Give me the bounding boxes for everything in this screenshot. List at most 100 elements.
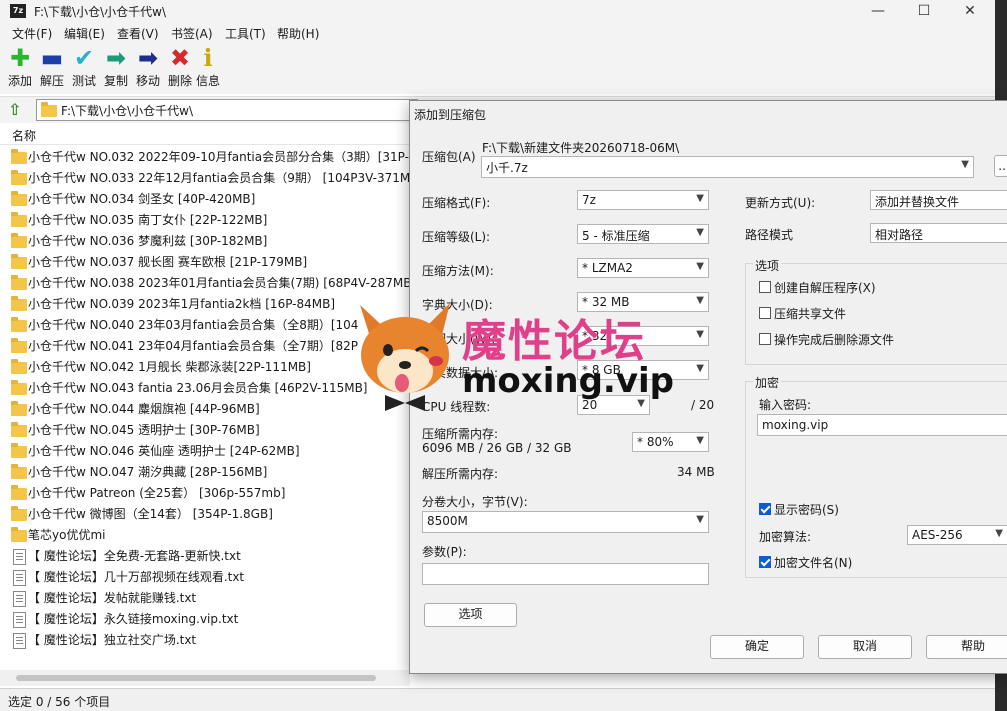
up-folder-icon[interactable]: ⇧ <box>8 101 26 119</box>
browse-button[interactable]: ... <box>994 155 1007 177</box>
toolbar-button-6[interactable]: ℹ 信息 <box>192 44 224 89</box>
split-select[interactable]: 8500M ▼ <box>422 511 709 533</box>
folder-row[interactable]: 小仓千代w NO.043 fantia 23.06月会员合集 [46P2V-11… <box>0 378 410 399</box>
level-label: 压缩等级(L): <box>422 230 491 244</box>
address-input[interactable]: F:\下载\小仓\小仓千代w\ <box>36 99 418 121</box>
level-select[interactable]: 5 - 标准压缩 ▼ <box>577 224 709 244</box>
folder-row[interactable]: 小仓千代w NO.033 22年12月fantia会员合集（9期） [104P3… <box>0 168 410 189</box>
folder-row[interactable]: 小仓千代w NO.036 梦魔利兹 [30P-182MB] <box>0 231 410 252</box>
archive-name-combo[interactable]: 小千.7z ▼ <box>481 156 974 178</box>
menu-edit[interactable]: 编辑(E) <box>64 25 105 42</box>
menu-tools[interactable]: 工具(T) <box>225 25 266 42</box>
toolbar-button-1[interactable]: ▬ 解压 <box>36 44 68 89</box>
minimize-button[interactable]: — <box>855 0 901 22</box>
chevron-down-icon: ▼ <box>696 329 704 340</box>
folder-row[interactable]: 小仓千代w NO.045 透明护士 [30P-76MB] <box>0 420 410 441</box>
menu-file[interactable]: 文件(F) <box>12 25 52 42</box>
folder-row[interactable]: 小仓千代w NO.037 舰长图 赛车欧根 [21P-179MB] <box>0 252 410 273</box>
item-name: 小仓千代w NO.040 23年03月fantia会员合集（全8期）[104 <box>28 318 359 332</box>
item-name: 【 魔性论坛】永久链接moxing.vip.txt <box>28 612 239 626</box>
params-input[interactable] <box>422 563 709 585</box>
shared-checkbox[interactable] <box>759 307 771 319</box>
solid-select[interactable]: * 8 GB ▼ <box>577 360 709 380</box>
menu-view[interactable]: 查看(V) <box>117 25 159 42</box>
folder-icon <box>11 170 27 185</box>
folder-row[interactable]: 小仓千代w NO.032 2022年09-10月fantia会员部分合集（3期）… <box>0 147 410 168</box>
delete-source-checkbox[interactable] <box>759 333 771 345</box>
enc-method-label: 加密算法: <box>759 530 812 544</box>
file-row[interactable]: 【 魔性论坛】永久链接moxing.vip.txt <box>0 609 410 630</box>
file-list: 小仓千代w NO.032 2022年09-10月fantia会员部分合集（3期）… <box>0 147 410 652</box>
file-row[interactable]: 【 魔性论坛】发帖就能赚钱.txt <box>0 588 410 609</box>
folder-row[interactable]: 小仓千代w Patreon (全25套） [306p-557mb] <box>0 483 410 504</box>
format-select[interactable]: 7z ▼ <box>577 190 709 210</box>
item-name: 小仓千代w NO.047 潮汐典藏 [28P-156MB] <box>28 465 268 479</box>
folder-row[interactable]: 小仓千代w NO.040 23年03月fantia会员合集（全8期）[104 <box>0 315 410 336</box>
encrypt-names-checkbox[interactable] <box>759 556 771 568</box>
folder-row[interactable]: 小仓千代w NO.034 剑圣女 [40P-420MB] <box>0 189 410 210</box>
folder-icon <box>11 506 27 521</box>
path-select[interactable]: 相对路径 <box>870 223 1007 243</box>
folder-row[interactable]: 小仓千代w NO.046 英仙座 透明护士 [24P-62MB] <box>0 441 410 462</box>
mem-percent-select[interactable]: * 80% ▼ <box>632 432 709 452</box>
file-row[interactable]: 【 魔性论坛】几十万部视频在线观看.txt <box>0 567 410 588</box>
folder-row[interactable]: 小仓千代w NO.044 麋烟旗袍 [44P-96MB] <box>0 399 410 420</box>
folder-icon <box>11 233 27 248</box>
folder-row[interactable]: 小仓千代w NO.042 1月舰长 柴郡泳装[22P-111MB] <box>0 357 410 378</box>
folder-row[interactable]: 小仓千代w NO.047 潮汐典藏 [28P-156MB] <box>0 462 410 483</box>
enc-method-select[interactable]: AES-256 ▼ <box>907 525 1007 545</box>
options-button[interactable]: 选项 <box>424 603 517 627</box>
update-select[interactable]: 添加并替换文件 <box>870 190 1007 210</box>
password-input[interactable]: moxing.vip <box>757 414 1007 436</box>
ok-button[interactable]: 确定 <box>710 635 804 659</box>
params-label: 参数(P): <box>422 545 467 559</box>
column-header-name[interactable]: 名称 <box>0 124 410 145</box>
dict-select[interactable]: * 32 MB ▼ <box>577 292 709 312</box>
folder-row[interactable]: 笔芯yo优优mi <box>0 525 410 546</box>
archive-label: 压缩包(A) <box>422 150 476 164</box>
sfx-label: 创建自解压程序(X) <box>774 281 876 295</box>
folder-icon <box>11 422 27 437</box>
toolbar-button-4[interactable]: ➡ 移动 <box>132 44 164 89</box>
method-select[interactable]: * LZMA2 ▼ <box>577 258 709 278</box>
show-password-checkbox[interactable] <box>759 503 771 515</box>
word-select[interactable]: * 32 ▼ <box>577 326 709 346</box>
mem-percent-value: * 80% <box>637 435 674 449</box>
folder-icon <box>11 359 27 374</box>
cancel-button[interactable]: 取消 <box>818 635 912 659</box>
item-name: 【 魔性论坛】独立社交广场.txt <box>28 633 197 647</box>
menu-bookmarks[interactable]: 书签(A) <box>171 25 213 42</box>
horizontal-scrollbar[interactable] <box>0 670 410 686</box>
item-name: 小仓千代w NO.042 1月舰长 柴郡泳装[22P-111MB] <box>28 360 311 374</box>
folder-row[interactable]: 小仓千代w NO.038 2023年01月fantia会员合集(7期) [68P… <box>0 273 410 294</box>
maximize-button[interactable]: ☐ <box>901 0 947 22</box>
folder-row[interactable]: 小仓千代w 微博图（全14套） [354P-1.8GB] <box>0 504 410 525</box>
folder-row[interactable]: 小仓千代w NO.039 2023年1月fantia2k档 [16P-84MB] <box>0 294 410 315</box>
format-label: 压缩格式(F): <box>422 196 491 210</box>
folder-row[interactable]: 小仓千代w NO.035 南丁女仆 [22P-122MB] <box>0 210 410 231</box>
split-value: 8500M <box>427 514 468 528</box>
threads-select[interactable]: 20 ▼ <box>577 395 650 415</box>
item-name: 小仓千代w NO.041 23年04月fantia会员合集（全7期）[82P <box>28 339 359 353</box>
password-value: moxing.vip <box>762 418 829 432</box>
status-text: 选定 0 / 56 个项目 <box>8 695 111 709</box>
menu-bar: 文件(F) 编辑(E) 查看(V) 书签(A) 工具(T) 帮助(H) <box>0 22 995 42</box>
split-label: 分卷大小，字节(V): <box>422 495 528 509</box>
close-button[interactable]: ✕ <box>947 0 993 22</box>
enc-method-value: AES-256 <box>912 528 963 542</box>
sfx-checkbox[interactable] <box>759 281 771 293</box>
item-name: 小仓千代w NO.034 剑圣女 [40P-420MB] <box>28 192 256 206</box>
chevron-down-icon: ▼ <box>696 227 704 238</box>
item-name: 小仓千代w NO.045 透明护士 [30P-76MB] <box>28 423 260 437</box>
scrollbar-thumb[interactable] <box>16 675 376 681</box>
folder-row[interactable]: 小仓千代w NO.041 23年04月fantia会员合集（全7期）[82P <box>0 336 410 357</box>
item-name: 小仓千代w NO.036 梦魔利兹 [30P-182MB] <box>28 234 268 248</box>
file-row[interactable]: 【 魔性论坛】全免费-无套路-更新快.txt <box>0 546 410 567</box>
menu-help[interactable]: 帮助(H) <box>277 25 319 42</box>
toolbar-button-3[interactable]: ➡ 复制 <box>100 44 132 89</box>
toolbar-button-0[interactable]: ✚ 添加 <box>4 44 36 89</box>
threads-total: / 20 <box>691 398 715 412</box>
toolbar-button-2[interactable]: ✔ 测试 <box>68 44 100 89</box>
file-row[interactable]: 【 魔性论坛】独立社交广场.txt <box>0 630 410 651</box>
help-button[interactable]: 帮助 <box>926 635 1007 659</box>
